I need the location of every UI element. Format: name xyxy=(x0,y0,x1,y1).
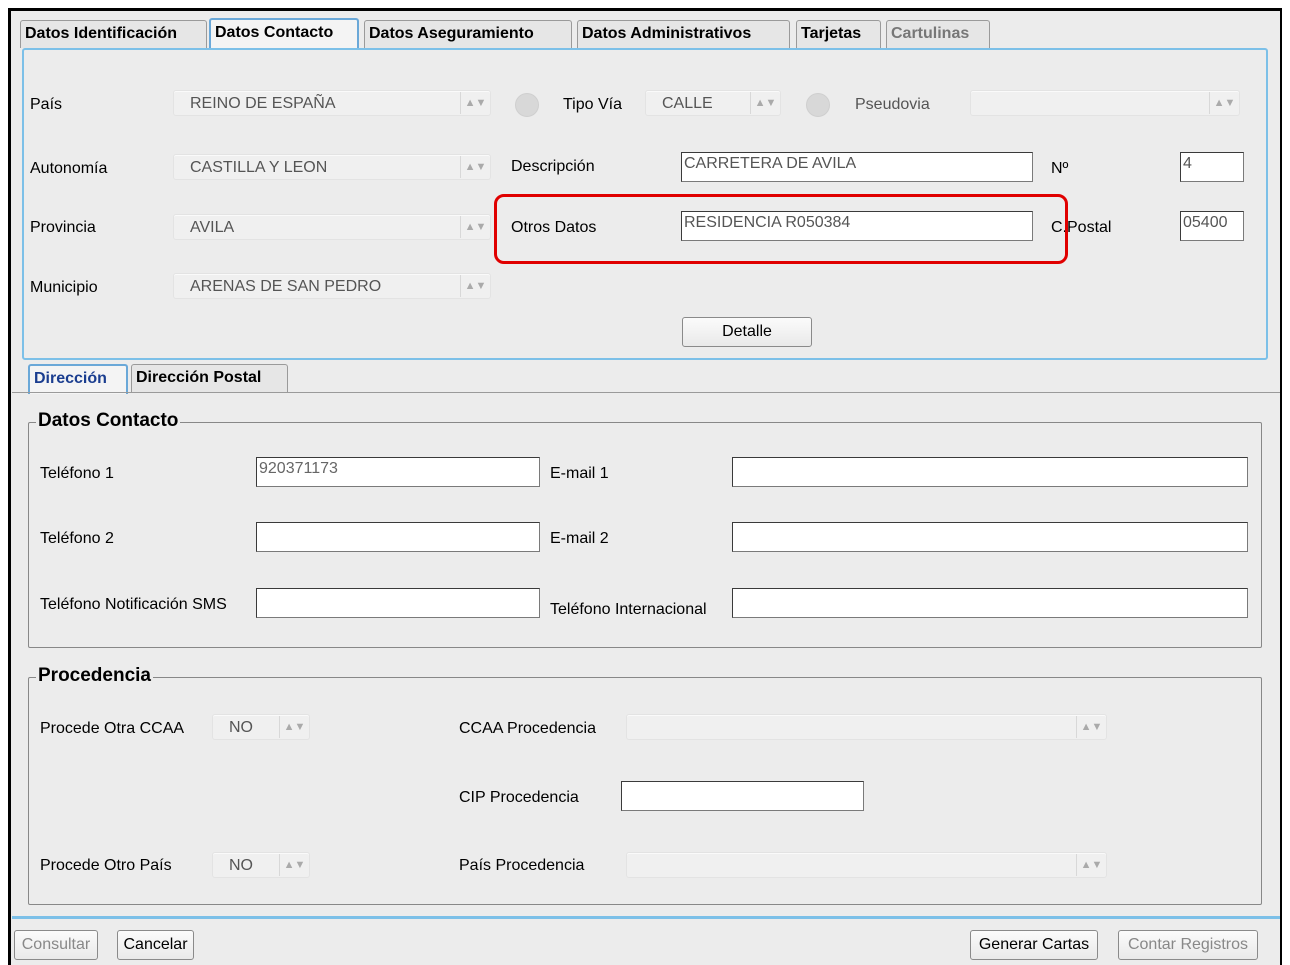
numero-label: Nº xyxy=(1051,160,1069,177)
subtab-direccion-postal[interactable]: Dirección Postal xyxy=(131,364,288,392)
descripcion-label: Descripción xyxy=(511,158,595,175)
otro-pais-label: Procede Otro País xyxy=(40,857,172,874)
cip-procedencia-field[interactable] xyxy=(621,781,864,811)
chevron-updown-icon: ▲▼ xyxy=(1076,716,1106,738)
tipo-via-label: Tipo Vía xyxy=(563,96,622,113)
otra-ccaa-label: Procede Otra CCAA xyxy=(40,720,185,737)
otro-pais-value: NO xyxy=(229,857,253,874)
pais-label: País xyxy=(30,96,63,113)
telefono-sms-label: Teléfono Notificación SMS xyxy=(40,596,227,613)
telefono-internacional-field[interactable] xyxy=(732,588,1248,618)
provincia-label: Provincia xyxy=(30,219,96,236)
municipio-select[interactable]: ARENAS DE SAN PEDRO ▲▼ xyxy=(173,273,491,299)
highlight-box xyxy=(494,194,1068,264)
chevron-updown-icon: ▲▼ xyxy=(279,716,309,738)
autonomia-select[interactable]: CASTILLA Y LEON ▲▼ xyxy=(173,154,491,180)
telefono2-field[interactable] xyxy=(256,522,540,552)
telefono1-label: Teléfono 1 xyxy=(40,465,114,482)
descripcion-field[interactable]: CARRETERA DE AVILA xyxy=(681,152,1033,182)
telefono-internacional-label: Teléfono Internacional xyxy=(550,601,707,618)
otro-pais-select[interactable]: NO ▲▼ xyxy=(212,852,310,878)
chevron-updown-icon: ▲▼ xyxy=(460,156,490,178)
pseudovia-indicator-icon xyxy=(806,93,830,117)
tab-datos-contacto[interactable]: Datos Contacto xyxy=(209,18,359,48)
tab-tarjetas[interactable]: Tarjetas xyxy=(796,20,881,48)
pais-procedencia-label: País Procedencia xyxy=(459,857,585,874)
cpostal-field[interactable]: 05400 xyxy=(1180,211,1244,241)
tipo-via-indicator-icon xyxy=(515,93,539,117)
email2-label: E-mail 2 xyxy=(550,530,609,547)
tab-cartulinas[interactable]: Cartulinas xyxy=(886,20,990,48)
datos-contacto-title: Datos Contacto xyxy=(36,410,181,432)
telefono2-label: Teléfono 2 xyxy=(40,530,114,547)
autonomia-label: Autonomía xyxy=(30,160,108,177)
municipio-label: Municipio xyxy=(30,279,98,296)
numero-field[interactable]: 4 xyxy=(1180,152,1244,182)
chevron-updown-icon: ▲▼ xyxy=(460,216,490,238)
generar-cartas-button[interactable]: Generar Cartas xyxy=(970,930,1098,960)
chevron-updown-icon: ▲▼ xyxy=(460,275,490,297)
subtab-direccion[interactable]: Dirección xyxy=(28,364,128,394)
subtab-divider xyxy=(12,392,1280,393)
chevron-updown-icon: ▲▼ xyxy=(750,92,780,114)
pseudovia-select[interactable]: ▲▼ xyxy=(970,90,1240,116)
otra-ccaa-value: NO xyxy=(229,719,253,736)
chevron-updown-icon: ▲▼ xyxy=(1209,92,1239,114)
procedencia-title: Procedencia xyxy=(36,665,153,687)
pais-procedencia-select[interactable]: ▲▼ xyxy=(626,852,1107,878)
otra-ccaa-select[interactable]: NO ▲▼ xyxy=(212,714,310,740)
footer-divider xyxy=(12,916,1280,919)
chevron-updown-icon: ▲▼ xyxy=(460,92,490,114)
tipo-via-select[interactable]: CALLE ▲▼ xyxy=(645,90,781,116)
tab-datos-aseguramiento[interactable]: Datos Aseguramiento xyxy=(364,20,572,48)
chevron-updown-icon: ▲▼ xyxy=(279,854,309,876)
tab-datos-administrativos[interactable]: Datos Administrativos xyxy=(577,20,790,48)
ccaa-procedencia-select[interactable]: ▲▼ xyxy=(626,714,1107,740)
detalle-button[interactable]: Detalle xyxy=(682,317,812,347)
tab-datos-identificacion[interactable]: Datos Identificación xyxy=(20,20,207,48)
cancelar-button[interactable]: Cancelar xyxy=(117,930,194,960)
autonomia-value: CASTILLA Y LEON xyxy=(190,159,328,176)
pseudovia-label: Pseudovia xyxy=(855,96,930,113)
email1-field[interactable] xyxy=(732,457,1248,487)
tipo-via-value: CALLE xyxy=(662,95,713,112)
telefono1-field[interactable]: 920371173 xyxy=(256,457,540,487)
provincia-select[interactable]: AVILA ▲▼ xyxy=(173,214,491,240)
pais-value: REINO DE ESPAÑA xyxy=(190,95,336,112)
email1-label: E-mail 1 xyxy=(550,465,609,482)
chevron-updown-icon: ▲▼ xyxy=(1076,854,1106,876)
pais-select[interactable]: REINO DE ESPAÑA ▲▼ xyxy=(173,90,491,116)
email2-field[interactable] xyxy=(732,522,1248,552)
consultar-button[interactable]: Consultar xyxy=(14,930,98,960)
cip-procedencia-label: CIP Procedencia xyxy=(459,789,579,806)
municipio-value: ARENAS DE SAN PEDRO xyxy=(190,278,382,295)
contar-registros-button[interactable]: Contar Registros xyxy=(1118,930,1258,960)
ccaa-procedencia-label: CCAA Procedencia xyxy=(459,720,596,737)
telefono-sms-field[interactable] xyxy=(256,588,540,618)
provincia-value: AVILA xyxy=(190,219,235,236)
